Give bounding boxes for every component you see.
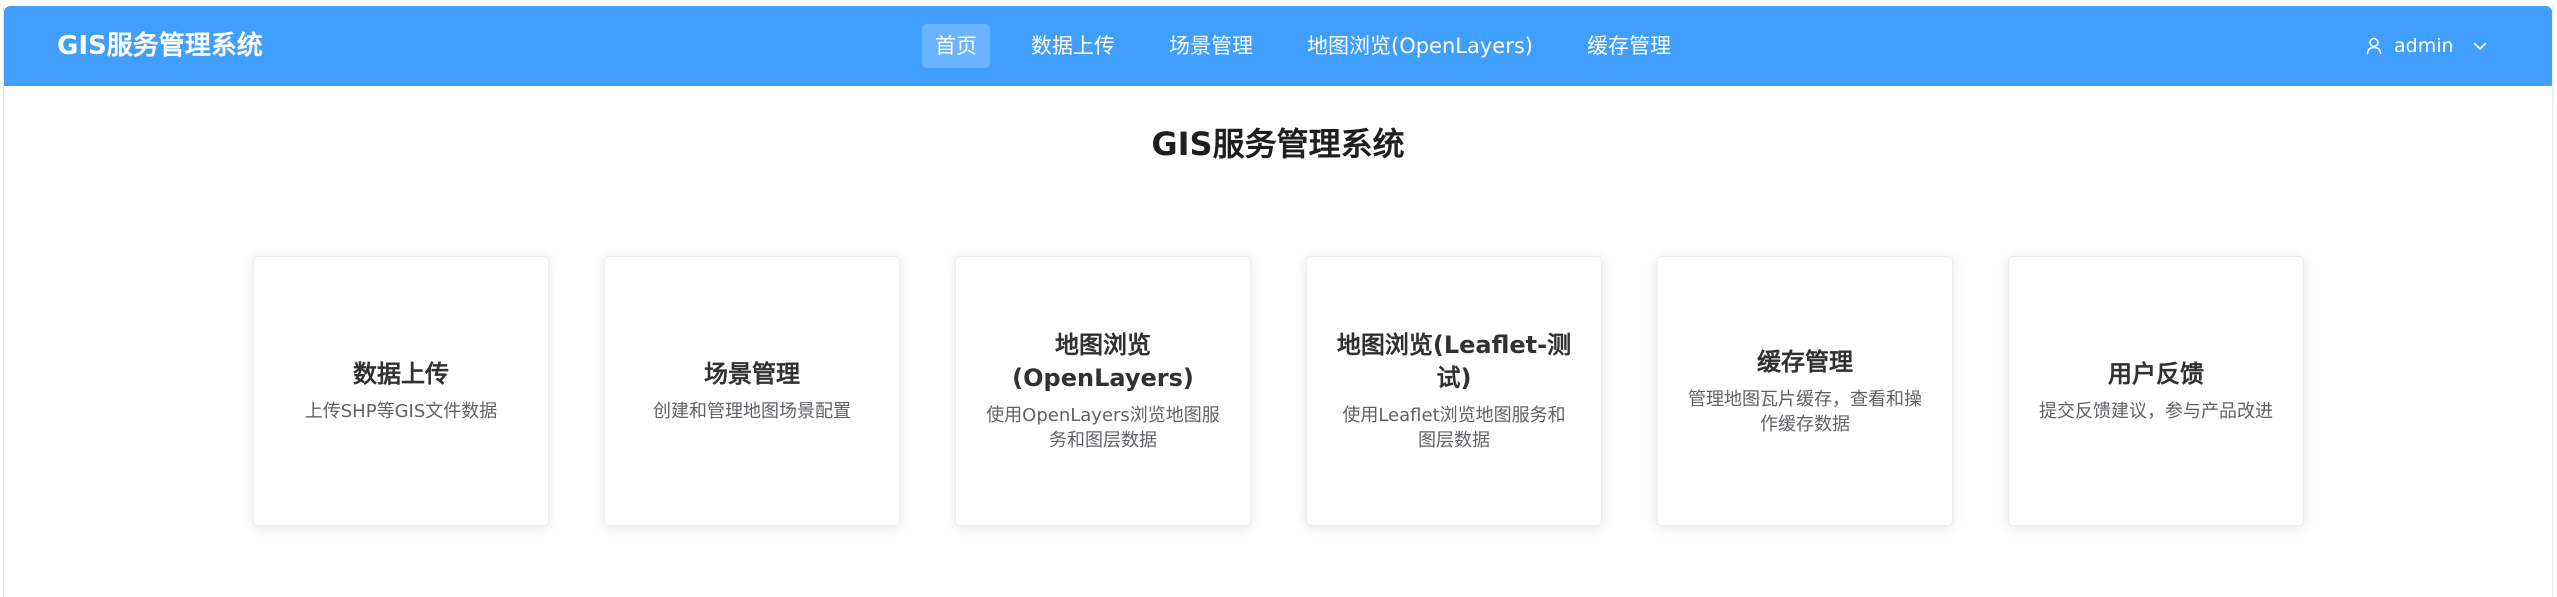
user-icon [2366, 37, 2382, 55]
card-user-feedback[interactable]: 用户反馈 提交反馈建议，参与产品改进 [2008, 256, 2304, 526]
user-menu[interactable]: admin [2366, 6, 2488, 86]
app-brand[interactable]: GIS服务管理系统 [57, 6, 263, 86]
user-name: admin [2394, 35, 2454, 57]
card-title: 场景管理 [704, 360, 800, 388]
card-description: 管理地图瓦片缓存，查看和操作缓存数据 [1688, 388, 1922, 435]
nav-item-data-upload[interactable]: 数据上传 [1018, 24, 1128, 68]
card-title: 缓存管理 [1757, 347, 1853, 376]
card-description: 上传SHP等GIS文件数据 [304, 401, 498, 422]
nav-item-cache-management[interactable]: 缓存管理 [1574, 24, 1684, 68]
nav-item-home[interactable]: 首页 [922, 24, 990, 68]
nav-item-map-browse-openlayers[interactable]: 地图浏览(OpenLayers) [1294, 24, 1546, 68]
main-nav: 首页 数据上传 场景管理 地图浏览(OpenLayers) 缓存管理 [922, 24, 1712, 68]
top-nav-bar: GIS服务管理系统 首页 数据上传 场景管理 地图浏览(OpenLayers) … [4, 6, 2552, 86]
page-title: GIS服务管理系统 [1151, 125, 1405, 163]
card-title: 数据上传 [353, 360, 449, 388]
card-data-upload[interactable]: 数据上传 上传SHP等GIS文件数据 [253, 256, 549, 526]
card-description: 创建和管理地图场景配置 [653, 401, 851, 422]
chevron-down-icon [2472, 41, 2488, 51]
card-cache-management[interactable]: 缓存管理 管理地图瓦片缓存，查看和操作缓存数据 [1657, 256, 1953, 526]
card-scene-management[interactable]: 场景管理 创建和管理地图场景配置 [604, 256, 900, 526]
feature-cards: 数据上传 上传SHP等GIS文件数据 场景管理 创建和管理地图场景配置 地图浏览… [253, 256, 2304, 526]
app-window: GIS服务管理系统 首页 数据上传 场景管理 地图浏览(OpenLayers) … [3, 6, 2553, 597]
nav-item-scene-management[interactable]: 场景管理 [1156, 24, 1266, 68]
card-title: 地图浏览(OpenLayers) [1012, 331, 1194, 392]
card-title: 地图浏览(Leaflet-测试) [1336, 331, 1572, 392]
card-description: 使用OpenLayers浏览地图服务和图层数据 [986, 405, 1220, 451]
card-description: 提交反馈建议，参与产品改进 [2039, 401, 2273, 422]
card-map-browse-openlayers[interactable]: 地图浏览(OpenLayers) 使用OpenLayers浏览地图服务和图层数据 [955, 256, 1251, 526]
card-map-browse-leaflet[interactable]: 地图浏览(Leaflet-测试) 使用Leaflet浏览地图服务和图层数据 [1306, 256, 1602, 526]
card-title: 用户反馈 [2108, 360, 2204, 388]
card-description: 使用Leaflet浏览地图服务和图层数据 [1342, 405, 1566, 451]
